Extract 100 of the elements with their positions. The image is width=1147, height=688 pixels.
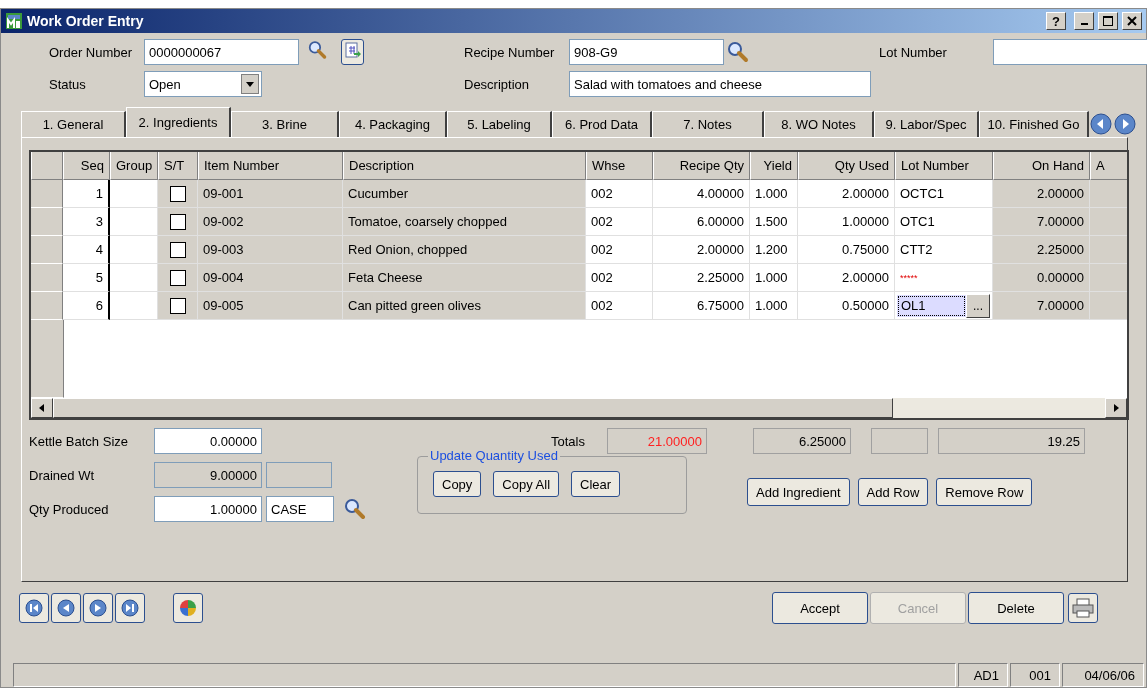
printer-icon [1072, 598, 1094, 618]
table-cell: Red Onion, chopped [348, 242, 468, 257]
action-button[interactable]: Add Ingredient [747, 478, 850, 506]
checkbox[interactable] [169, 297, 186, 314]
row-header[interactable] [31, 180, 63, 208]
scrollbar-thumb[interactable] [53, 398, 893, 418]
total-field: 21.00000 [607, 428, 707, 454]
table-cell: 0.75000 [842, 242, 889, 257]
checkbox[interactable] [169, 269, 186, 286]
tab[interactable]: 2. Ingredients [126, 107, 231, 137]
column-header: Seq [80, 158, 104, 173]
close-icon [1127, 16, 1137, 26]
search-icon[interactable] [344, 498, 366, 520]
input-field[interactable]: 0000000067 [144, 39, 299, 65]
table-cell: 002 [591, 270, 613, 285]
table-cell: Cucumber [348, 186, 408, 201]
table-cell: 6.75000 [697, 298, 744, 313]
tab[interactable]: 4. Packaging [339, 111, 447, 137]
action-button[interactable]: Delete [968, 592, 1064, 624]
scroll-left-button[interactable] [31, 398, 53, 418]
table-cell: Tomatoe, coarsely chopped [348, 214, 507, 229]
table-cell: Feta Cheese [348, 270, 423, 285]
status-text: 001 [1010, 663, 1060, 687]
row-header[interactable] [31, 292, 63, 320]
maximize-button[interactable] [1098, 12, 1118, 30]
tab[interactable]: 8. WO Notes [764, 111, 874, 137]
total-field: 6.25000 [753, 428, 851, 454]
table-cell: 1 [95, 186, 103, 201]
table-cell: CTT2 [900, 242, 933, 257]
window-title: Work Order Entry [27, 13, 145, 29]
maximize-icon [1103, 16, 1113, 26]
search-icon[interactable] [308, 39, 328, 61]
print-button[interactable] [1068, 593, 1098, 623]
table-cell: 2.00000 [1037, 186, 1084, 201]
checkbox[interactable] [169, 185, 186, 202]
action-button[interactable]: Accept [772, 592, 868, 624]
action-button[interactable]: Copy [433, 471, 482, 497]
tab[interactable]: 6. Prod Data [552, 111, 652, 137]
field-label: Lot Number [879, 44, 948, 60]
field-label: Status [49, 76, 87, 92]
tab[interactable]: 3. Brine [231, 111, 339, 137]
scroll-right-button[interactable] [1105, 398, 1127, 418]
checkbox[interactable] [169, 241, 186, 258]
field-label: Order Number [49, 44, 134, 60]
readonly-field: 9.00000 [154, 462, 262, 488]
action-button[interactable]: Copy All [493, 471, 560, 497]
tab[interactable]: 9. Labor/Spec [874, 111, 979, 137]
table-cell[interactable]: OL1 [897, 294, 966, 317]
input-field[interactable]: 0.00000 [154, 428, 262, 454]
last-record-icon [121, 599, 139, 617]
row-header[interactable] [31, 264, 63, 292]
tab[interactable]: 1. General [21, 111, 126, 137]
total-field: 19.25 [938, 428, 1085, 454]
group-title: Update Quantity Used [428, 448, 560, 463]
input-field[interactable]: Salad with tomatoes and cheese [569, 71, 871, 97]
status-dropdown[interactable]: Open [144, 71, 262, 97]
column-header: Description [349, 158, 415, 173]
scroll-right-icon[interactable] [1113, 111, 1137, 137]
table-cell: Can pitted green olives [348, 298, 481, 313]
column-header: On Hand [1031, 158, 1084, 173]
tab[interactable]: 10. Finished Go [979, 111, 1089, 137]
total-field [871, 428, 928, 454]
lookup-button[interactable]: ... [966, 293, 990, 318]
column-header: Group [116, 158, 153, 173]
row-header[interactable] [31, 236, 63, 264]
input-field[interactable]: 1.00000 [154, 496, 262, 522]
field-label: Drained Wt [29, 467, 96, 483]
first-record-button[interactable] [19, 593, 49, 623]
row-header[interactable] [31, 208, 63, 236]
scroll-left-icon[interactable] [1089, 111, 1113, 137]
renumber-button[interactable] [341, 39, 364, 65]
table-cell: 1.200 [755, 242, 788, 257]
input-field[interactable]: CASE [266, 496, 334, 522]
tab[interactable]: 7. Notes [652, 111, 764, 137]
table-cell: 1.00000 [842, 214, 889, 229]
previous-record-button[interactable] [51, 593, 81, 623]
input-field[interactable]: 908-G9 [569, 39, 724, 65]
action-button[interactable]: Remove Row [936, 478, 1033, 506]
last-record-button[interactable] [115, 593, 145, 623]
next-record-button[interactable] [83, 593, 113, 623]
tab[interactable]: 5. Labeling [447, 111, 552, 137]
minimize-button[interactable] [1074, 12, 1094, 30]
table-cell: 002 [591, 298, 613, 313]
table-cell: 1.000 [755, 298, 788, 313]
action-button[interactable]: Add Row [857, 478, 929, 506]
field-label: Kettle Batch Size [29, 433, 129, 449]
close-button[interactable] [1122, 12, 1142, 30]
table-cell: 2.25000 [697, 270, 744, 285]
table-cell: 4 [95, 242, 103, 257]
input-field[interactable] [993, 39, 1147, 65]
search-icon[interactable] [727, 41, 749, 63]
color-wheel-button[interactable] [173, 593, 203, 623]
previous-record-icon [57, 599, 75, 617]
field-label: Qty Produced [29, 501, 110, 517]
focused-cell[interactable]: OL1 ... [895, 292, 993, 320]
action-button[interactable]: Clear [571, 471, 621, 497]
horizontal-scrollbar[interactable] [31, 398, 1127, 418]
table-cell: 3 [95, 214, 103, 229]
checkbox[interactable] [169, 213, 186, 230]
help-button[interactable]: ? [1046, 12, 1066, 30]
